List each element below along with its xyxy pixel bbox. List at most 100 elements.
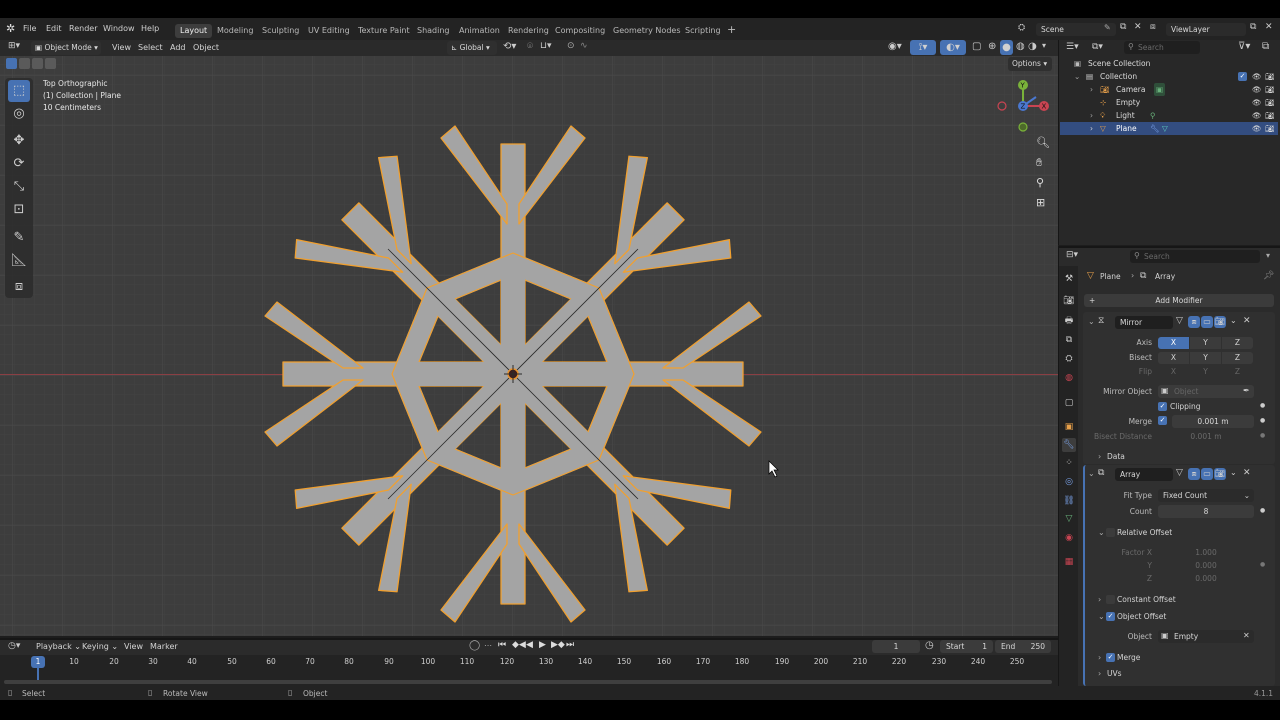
expand-chevron-icon[interactable]: ›: [1090, 83, 1093, 96]
keyframe-dot-icon[interactable]: ●: [1260, 432, 1265, 439]
menu-file[interactable]: File: [23, 24, 36, 33]
preview-range-icon[interactable]: ◷: [925, 640, 934, 651]
flip-x-toggle[interactable]: X: [1158, 366, 1189, 378]
end-frame-field[interactable]: End 250: [995, 640, 1051, 653]
menu-help[interactable]: Help: [141, 24, 159, 33]
constant-offset-expand-icon[interactable]: ›: [1098, 595, 1101, 604]
ortho-grid-icon[interactable]: ⊞: [1036, 196, 1045, 209]
object-offset-checkbox[interactable]: ✓: [1106, 612, 1115, 621]
tab-scripting[interactable]: Scripting: [680, 24, 726, 38]
timeline-menu-playback[interactable]: Playback ⌄: [36, 642, 81, 651]
falloff-icon[interactable]: ∿: [580, 41, 588, 51]
uvs-expand-icon[interactable]: ›: [1098, 669, 1101, 678]
visibility-icon[interactable]: 👁︎: [1252, 109, 1262, 122]
properties-editor-icon[interactable]: ⊟▾: [1066, 250, 1078, 260]
tab-layout[interactable]: Layout: [175, 24, 213, 38]
properties-search[interactable]: Search: [1130, 250, 1260, 263]
cage-toggle-icon[interactable]: ⧈: [1188, 468, 1200, 480]
relative-offset-expand-icon[interactable]: ⌄: [1098, 528, 1105, 537]
scale-tool-icon[interactable]: ⤡: [8, 176, 30, 198]
tab-uv-editing[interactable]: UV Editing: [303, 24, 355, 38]
bisect-y-toggle[interactable]: Y: [1190, 352, 1221, 364]
zoom-icon[interactable]: 🔍︎: [1036, 136, 1050, 149]
clipping-checkbox[interactable]: ✓: [1158, 402, 1167, 411]
visibility-toggle-icon[interactable]: ◉▾: [888, 41, 902, 52]
tab-modeling[interactable]: Modeling: [212, 24, 258, 38]
viewport-toggle-icon[interactable]: ▭: [1201, 316, 1213, 328]
overlay-toggle-icon[interactable]: ◐▾: [940, 40, 966, 55]
transform-orientation-dropdown[interactable]: ⊾ Global ▾: [447, 41, 497, 55]
tab-rendering[interactable]: Rendering: [503, 24, 554, 38]
render-icon[interactable]: 📷︎: [1265, 109, 1275, 122]
timeline-scrollbar[interactable]: [4, 680, 1052, 684]
timeline-editor-icon[interactable]: ◷▾: [8, 641, 20, 651]
factor-y-field[interactable]: 0.000: [1158, 559, 1254, 572]
count-field[interactable]: 8: [1158, 505, 1254, 518]
scene-pin-icon[interactable]: ✎: [1104, 23, 1111, 32]
eyedropper-icon[interactable]: ✒: [1243, 386, 1250, 395]
flip-y-toggle[interactable]: Y: [1190, 366, 1221, 378]
menu-view[interactable]: View: [112, 43, 131, 52]
mirror-collapse-icon[interactable]: ⌄: [1088, 317, 1095, 326]
collection-visibility-icon[interactable]: 👁︎: [1252, 70, 1262, 83]
merge-checkbox[interactable]: ✓: [1158, 416, 1167, 425]
collection-expand-icon[interactable]: ⌄: [1074, 70, 1080, 83]
scene-close-icon[interactable]: ✕: [1134, 22, 1142, 32]
texture-tab-icon[interactable]: ▦: [1062, 555, 1076, 569]
properties-options-icon[interactable]: ▾: [1266, 251, 1270, 260]
keyframe-dot-icon[interactable]: ●: [1260, 402, 1265, 409]
jump-keyframe-back-icon[interactable]: ◆◀: [512, 640, 526, 650]
menu-render[interactable]: Render: [69, 24, 97, 33]
material-tab-icon[interactable]: ◉: [1062, 531, 1076, 545]
select-subtract-icon[interactable]: [32, 58, 43, 69]
factor-x-field[interactable]: 1.000: [1158, 546, 1254, 559]
array-merge-checkbox[interactable]: ✓: [1106, 653, 1115, 662]
physics-tab-icon[interactable]: ◎: [1062, 475, 1076, 489]
shading-material-icon[interactable]: ◍: [1016, 41, 1025, 52]
outliner-collection-row[interactable]: ⌄ ▤ Collection ✓ 👁︎ 📷︎: [1060, 70, 1278, 83]
tab-shading[interactable]: Shading: [412, 24, 455, 38]
select-box-tool-icon[interactable]: ⬚: [8, 80, 30, 102]
snap-target-icon[interactable]: ⊔▾: [540, 41, 552, 51]
bisect-distance-field[interactable]: 0.001 m: [1158, 430, 1254, 443]
keyframe-dot-icon[interactable]: ●: [1260, 507, 1265, 514]
viewport-3d[interactable]: Top Orthographic (1) Collection | Plane …: [0, 56, 1058, 636]
menu-object[interactable]: Object: [193, 43, 219, 52]
visibility-icon[interactable]: 👁︎: [1252, 83, 1262, 96]
options-dropdown[interactable]: Options ▾: [1008, 57, 1052, 71]
select-extend-icon[interactable]: [19, 58, 30, 69]
merge-distance-field[interactable]: 0.001 m: [1172, 415, 1254, 428]
data-subpanel-label[interactable]: Data: [1107, 452, 1125, 461]
move-tool-icon[interactable]: ✥: [8, 130, 30, 152]
cursor-tool-icon[interactable]: ◎: [8, 103, 30, 125]
viewlayer-field[interactable]: ViewLayer: [1166, 23, 1246, 36]
visibility-icon[interactable]: 👁︎: [1252, 96, 1262, 109]
keyframe-dot-icon[interactable]: ●: [1260, 417, 1265, 424]
constant-offset-checkbox[interactable]: [1106, 595, 1115, 604]
mirror-name-field[interactable]: Mirror: [1115, 316, 1173, 329]
viewlayer-icon[interactable]: ⧈: [1150, 22, 1156, 32]
pin-icon[interactable]: 📌︎: [1263, 271, 1274, 281]
array-collapse-icon[interactable]: ⌄: [1088, 469, 1095, 478]
outliner-scene-collection-row[interactable]: ▣ Scene Collection: [1060, 57, 1278, 70]
offset-object-clear-icon[interactable]: ✕: [1243, 631, 1250, 640]
tab-compositing[interactable]: Compositing: [550, 24, 610, 38]
axis-y-toggle[interactable]: Y: [1190, 337, 1221, 349]
menu-add[interactable]: Add: [170, 43, 186, 52]
annotate-tool-icon[interactable]: ✎: [8, 227, 30, 249]
jump-start-icon[interactable]: ⏮: [498, 640, 506, 650]
bisect-z-toggle[interactable]: Z: [1222, 352, 1253, 364]
axis-x-toggle[interactable]: X: [1158, 337, 1189, 349]
shading-wire-icon[interactable]: ⊕: [988, 41, 996, 52]
viewport-toggle-icon[interactable]: ▭: [1201, 468, 1213, 480]
shading-options-icon[interactable]: ▾: [1042, 41, 1046, 50]
object-tab-icon[interactable]: ▣: [1062, 420, 1076, 434]
outliner-filter-icon[interactable]: ⊽▾: [1238, 41, 1250, 52]
camera-view-icon[interactable]: ⚲: [1036, 176, 1044, 189]
outliner-search[interactable]: Search: [1124, 41, 1200, 54]
array-dropdown-icon[interactable]: ⌄: [1230, 468, 1237, 477]
visibility-icon[interactable]: 👁︎: [1252, 122, 1262, 135]
object-offset-expand-icon[interactable]: ⌄: [1098, 612, 1105, 621]
menu-window[interactable]: Window: [103, 24, 135, 33]
offset-object-field[interactable]: Empty: [1158, 630, 1254, 643]
